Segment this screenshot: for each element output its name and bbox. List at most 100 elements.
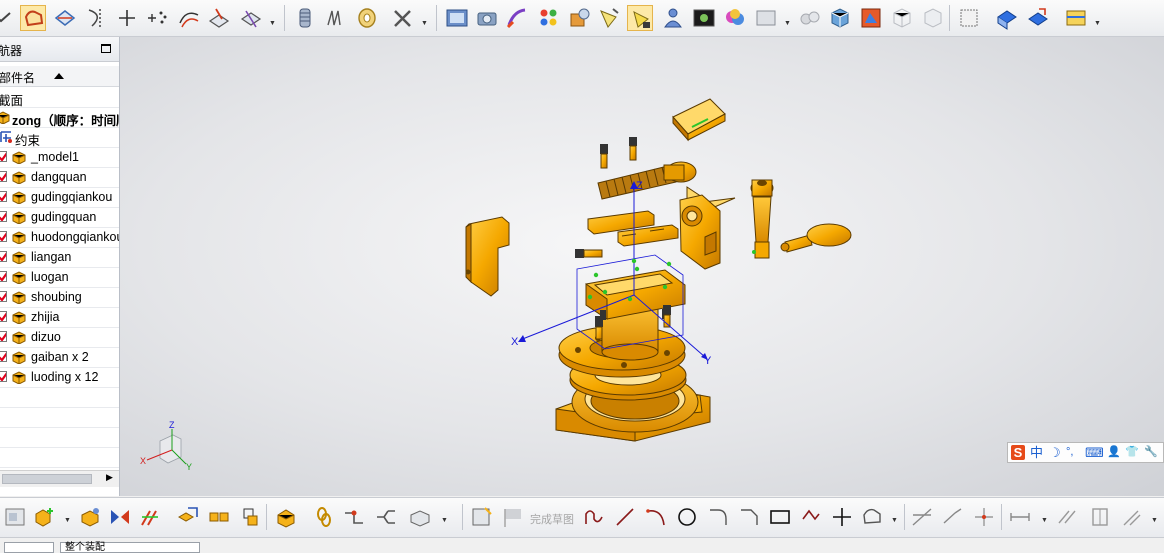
washer-icon[interactable] xyxy=(354,5,380,31)
fixed-jaw-part[interactable] xyxy=(465,216,510,297)
chevron-down-icon[interactable]: ▼ xyxy=(64,517,71,524)
tree-node-part[interactable]: gudingquan xyxy=(0,207,119,228)
visibility-checkbox[interactable] xyxy=(0,251,7,262)
horizontal-scrollbar[interactable]: ▶ xyxy=(0,470,119,487)
tree-node-part[interactable]: gaiban x 2 xyxy=(0,347,119,368)
exploded-views-icon[interactable] xyxy=(374,505,398,529)
show-hide-constraints-icon[interactable] xyxy=(238,505,262,529)
visibility-checkbox[interactable] xyxy=(0,311,7,322)
tools-icon[interactable] xyxy=(390,5,416,31)
quick-trim-icon[interactable] xyxy=(910,505,934,529)
helix-spring-icon[interactable] xyxy=(292,5,318,31)
profile-icon[interactable] xyxy=(582,505,606,529)
trim-curve-icon[interactable] xyxy=(84,5,110,31)
parallel-constraint-icon[interactable] xyxy=(1055,505,1079,529)
point-set-icon[interactable] xyxy=(144,5,170,31)
ime-user-icon[interactable]: 👤 xyxy=(1107,445,1121,460)
chevron-down-icon[interactable]: ▼ xyxy=(1151,517,1158,524)
highlight-lighting-button[interactable] xyxy=(627,5,653,31)
hidden-cube-icon[interactable] xyxy=(920,5,946,31)
auto-constraint-icon[interactable] xyxy=(1120,505,1144,529)
art-appearance-icon[interactable] xyxy=(858,5,884,31)
ime-logo-icon[interactable]: S xyxy=(1011,445,1025,460)
layer-settings-icon[interactable] xyxy=(1063,5,1089,31)
color-palette-icon[interactable] xyxy=(536,5,562,31)
quick-extend-icon[interactable] xyxy=(941,505,965,529)
view-triad[interactable] xyxy=(146,429,187,465)
shaded-sphere-icon[interactable] xyxy=(722,5,748,31)
visibility-checkbox[interactable] xyxy=(0,151,7,162)
chamfer-icon[interactable] xyxy=(737,505,761,529)
lead-screw-part[interactable] xyxy=(597,161,736,210)
dimension-icon[interactable] xyxy=(1008,505,1032,529)
ime-toolbar[interactable]: S 中 ☽ °, ⌨ 👤 👕 🔧 xyxy=(1007,442,1164,463)
material-brush-icon[interactable] xyxy=(504,5,530,31)
rectangle-sketch-icon[interactable] xyxy=(52,5,78,31)
ime-skin-icon[interactable]: 👕 xyxy=(1125,445,1139,460)
exploded-assembly-model[interactable]: Z X Y Z X Y xyxy=(120,37,1164,496)
component-pattern-icon[interactable] xyxy=(138,505,162,529)
camera-icon[interactable] xyxy=(474,5,500,31)
maximize-icon[interactable] xyxy=(101,44,111,53)
wave-link-icon[interactable] xyxy=(342,505,366,529)
visibility-checkbox[interactable] xyxy=(0,211,7,222)
intersect-curve-icon[interactable] xyxy=(238,5,264,31)
new-component-icon[interactable] xyxy=(78,505,102,529)
fit-view-icon[interactable] xyxy=(956,5,982,31)
visibility-checkbox[interactable] xyxy=(0,231,7,242)
circle-icon[interactable] xyxy=(675,505,699,529)
visibility-checkbox[interactable] xyxy=(0,271,7,282)
grey-spheres-icon[interactable] xyxy=(797,5,823,31)
sketch-icon[interactable] xyxy=(470,505,494,529)
tree-node-constraints[interactable]: 约束 xyxy=(0,127,119,148)
chevron-down-icon[interactable]: ▼ xyxy=(421,20,428,27)
tree-node-part[interactable]: shoubing xyxy=(0,287,119,308)
mirror-assembly-icon[interactable] xyxy=(108,505,132,529)
tree-node-part[interactable]: dangquan xyxy=(0,167,119,188)
rectangle-icon[interactable] xyxy=(768,505,792,529)
make-corner-icon[interactable] xyxy=(972,505,996,529)
ime-settings-icon[interactable]: 🔧 xyxy=(1144,445,1158,460)
ime-punctuation-icon[interactable]: °, xyxy=(1066,445,1073,460)
chevron-down-icon[interactable]: ▼ xyxy=(269,20,276,27)
chevron-down-icon[interactable]: ▼ xyxy=(891,517,898,524)
point-plus-icon[interactable] xyxy=(114,5,140,31)
chevron-down-icon[interactable]: ▼ xyxy=(441,517,448,524)
perpendicular-constraint-icon[interactable] xyxy=(1088,505,1112,529)
display-mode-icon[interactable] xyxy=(753,5,779,31)
ime-mode-toggle[interactable]: 中 xyxy=(1030,445,1043,460)
chain-link-icon[interactable] xyxy=(312,505,336,529)
tree-node-assembly-root[interactable]: zong（顺序：时间顺 xyxy=(0,107,119,128)
spotlight-icon[interactable] xyxy=(596,5,622,31)
visibility-checkbox[interactable] xyxy=(0,291,7,302)
scene-image-icon[interactable] xyxy=(691,5,717,31)
person-view-icon[interactable] xyxy=(660,5,686,31)
handle-grip-part[interactable] xyxy=(780,223,852,253)
visibility-checkbox[interactable] xyxy=(0,351,7,362)
view-rotate-icon[interactable] xyxy=(1025,5,1051,31)
wave-geometry-icon[interactable] xyxy=(408,505,432,529)
tree-node-part[interactable]: liangan xyxy=(0,247,119,268)
tree-node-part[interactable]: _model1 xyxy=(0,147,119,168)
scrollbar-thumb[interactable] xyxy=(2,474,92,484)
scroll-right-arrow-icon[interactable]: ▶ xyxy=(106,472,113,483)
ime-moon-icon[interactable]: ☽ xyxy=(1049,445,1061,460)
visibility-checkbox[interactable] xyxy=(0,331,7,342)
ime-keyboard-icon[interactable]: ⌨ xyxy=(1085,445,1104,460)
view-orientation-icon[interactable] xyxy=(994,5,1020,31)
chevron-down-icon[interactable]: ▼ xyxy=(784,20,791,27)
chevron-down-icon[interactable]: ▼ xyxy=(1094,20,1101,27)
tree-node-part[interactable]: luoding x 12 xyxy=(0,367,119,388)
tree-node-part[interactable]: dizuo xyxy=(0,327,119,348)
tree-node-part[interactable]: zhijia xyxy=(0,307,119,328)
texture-icon[interactable] xyxy=(566,5,592,31)
render-view-icon[interactable] xyxy=(444,5,470,31)
tree-node-part[interactable]: luogan xyxy=(0,267,119,288)
fillet-icon[interactable] xyxy=(706,505,730,529)
visibility-checkbox[interactable] xyxy=(0,171,7,182)
tree-node-part[interactable]: huodongqiankou xyxy=(0,227,119,248)
visibility-checkbox[interactable] xyxy=(0,191,7,202)
point-icon[interactable] xyxy=(830,505,854,529)
project-curve-icon[interactable] xyxy=(206,5,232,31)
offset-curve-icon[interactable] xyxy=(176,5,202,31)
